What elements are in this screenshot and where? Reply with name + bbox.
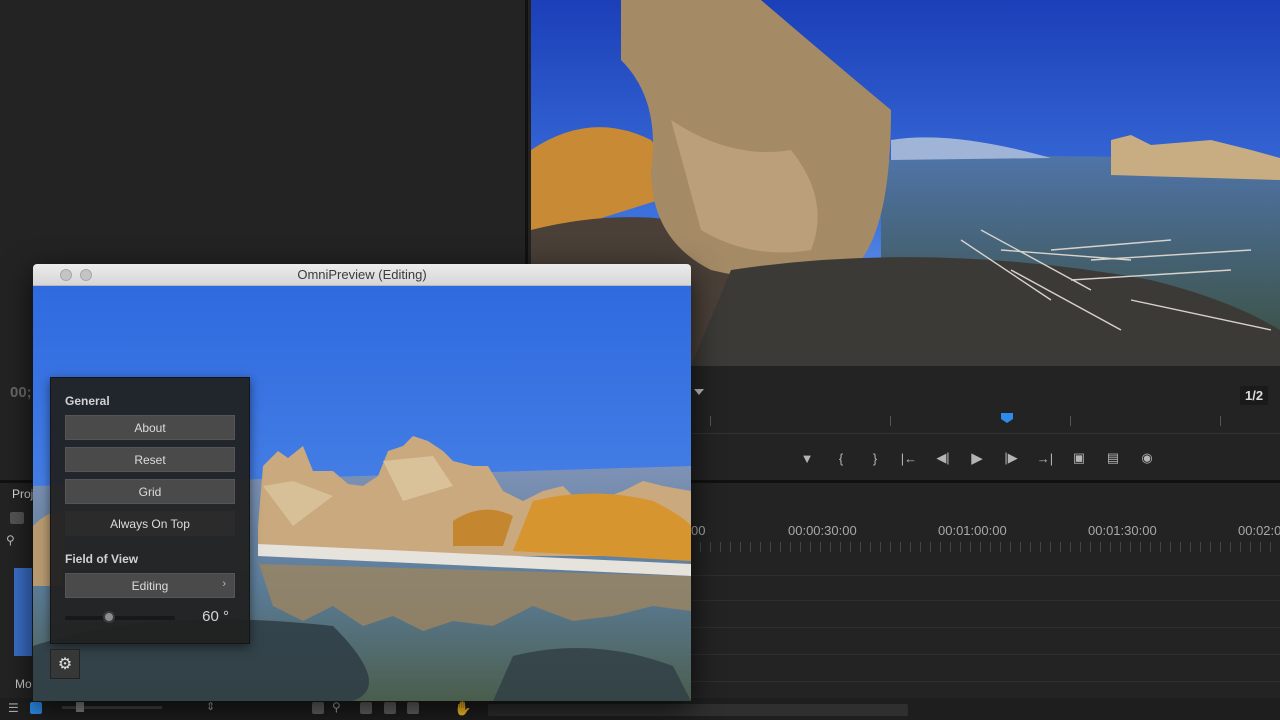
overwrite-icon[interactable]: ▤ xyxy=(1096,447,1130,469)
fov-slider[interactable] xyxy=(65,616,175,620)
timeline-ruler[interactable] xyxy=(690,542,1280,552)
clip-name: Mo xyxy=(15,677,32,691)
go-to-in-icon[interactable]: |← xyxy=(892,447,926,469)
source-timecode: 00; xyxy=(10,384,32,401)
window-titlebar[interactable]: OmniPreview (Editing) xyxy=(33,264,691,286)
list-view-icon[interactable]: ☰ xyxy=(8,701,19,715)
transport-controls: ▼ { } |← ◀| ▶ |▶ →| ▣ ▤ ◉ xyxy=(790,447,1164,469)
timeline-scrollbar[interactable] xyxy=(488,704,908,716)
step-forward-icon[interactable]: |▶ xyxy=(994,447,1028,469)
playback-resolution-dropdown[interactable] xyxy=(694,389,704,395)
chevron-right-icon: › xyxy=(222,578,226,590)
timeline-time: 00:01:00:00 xyxy=(938,523,1007,538)
insert-icon[interactable]: ▣ xyxy=(1062,447,1096,469)
automate-icon[interactable] xyxy=(312,702,324,714)
mark-out-icon[interactable]: } xyxy=(858,447,892,469)
hand-tool-icon[interactable]: ✋ xyxy=(454,700,471,717)
sort-icon[interactable]: ⇕ xyxy=(206,700,215,713)
marker-icon[interactable]: ▼ xyxy=(790,447,824,469)
play-icon[interactable]: ▶ xyxy=(960,447,994,469)
mark-in-icon[interactable]: { xyxy=(824,447,858,469)
step-back-icon[interactable]: ◀| xyxy=(926,447,960,469)
export-frame-icon[interactable]: ◉ xyxy=(1130,447,1164,469)
icon-view-icon[interactable] xyxy=(30,702,42,714)
fov-slider-knob[interactable] xyxy=(103,611,115,623)
track-divider xyxy=(690,627,1280,628)
minimize-window-button[interactable] xyxy=(80,269,92,281)
program-ruler[interactable] xyxy=(690,404,1280,434)
reset-button[interactable]: Reset xyxy=(65,447,235,472)
track-divider xyxy=(690,575,1280,576)
find-icon[interactable]: ⚲ xyxy=(332,700,341,714)
go-to-out-icon[interactable]: →| xyxy=(1028,447,1062,469)
resolution-fraction[interactable]: 1/2 xyxy=(1240,386,1269,405)
timeline-time: 00:00:30:00 xyxy=(788,523,857,538)
new-item-icon[interactable] xyxy=(384,702,396,714)
track-divider xyxy=(690,600,1280,601)
window-title: OmniPreview (Editing) xyxy=(297,267,427,282)
fov-value: 60 ° xyxy=(202,608,229,625)
fov-section-label: Field of View xyxy=(65,552,139,566)
fov-mode-select[interactable]: Editing › xyxy=(65,573,235,598)
timeline-time: 00 xyxy=(691,523,706,538)
grid-button[interactable]: Grid xyxy=(65,479,235,504)
search-icon[interactable]: ⚲ xyxy=(6,533,15,547)
about-button[interactable]: About xyxy=(65,415,235,440)
close-window-button[interactable] xyxy=(60,269,72,281)
timeline-time: 00:02:0 xyxy=(1238,523,1280,538)
track-divider xyxy=(690,681,1280,682)
settings-panel: General About Reset Grid Always On Top F… xyxy=(50,377,250,644)
zoom-slider-knob[interactable] xyxy=(76,702,84,712)
always-on-top-button[interactable]: Always On Top xyxy=(65,511,235,536)
new-bin-icon[interactable] xyxy=(360,702,372,714)
gear-icon[interactable]: ⚙ xyxy=(50,649,80,679)
timeline-time: 00:01:30:00 xyxy=(1088,523,1157,538)
general-section-label: General xyxy=(65,394,110,408)
fov-mode-label: Editing xyxy=(131,578,169,593)
project-tab[interactable]: Proj xyxy=(12,487,33,501)
clip-thumbnail[interactable] xyxy=(14,568,32,656)
trash-icon[interactable] xyxy=(407,702,419,714)
track-divider xyxy=(690,654,1280,655)
folder-icon[interactable] xyxy=(10,512,24,524)
